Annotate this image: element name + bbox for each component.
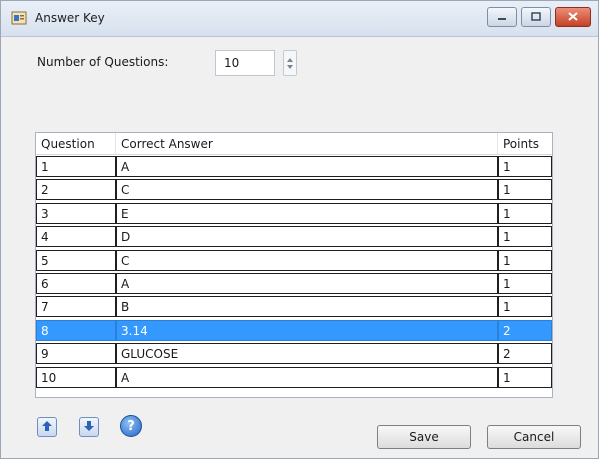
cancel-button[interactable]: Cancel xyxy=(487,425,581,449)
arrow-down-icon xyxy=(83,420,95,435)
table-row[interactable]: 4D1 xyxy=(36,225,552,248)
cell-correct-answer[interactable]: A xyxy=(116,366,498,388)
header-correct-answer[interactable]: Correct Answer xyxy=(116,133,498,155)
window-title: Answer Key xyxy=(35,11,105,25)
maximize-button[interactable] xyxy=(521,7,551,27)
help-icon: ? xyxy=(127,418,135,434)
table-row[interactable]: 9 GLUCOSE 2 xyxy=(36,342,552,365)
cell-correct-answer[interactable]: A xyxy=(116,272,498,294)
table-row[interactable]: 10 A 1 xyxy=(36,366,552,389)
cell-correct-answer[interactable]: GLUCOSE xyxy=(116,343,498,365)
table-row[interactable]: 2C1 xyxy=(36,178,552,201)
cell-question[interactable]: 6 xyxy=(36,272,116,294)
arrow-up-icon xyxy=(41,420,53,435)
cell-points[interactable]: 1 xyxy=(498,272,552,294)
table-row[interactable]: 6A1 xyxy=(36,272,552,295)
cell-points[interactable]: 2 xyxy=(498,319,552,341)
cell-correct-answer[interactable]: B xyxy=(116,296,498,318)
table-header: Question Correct Answer Points xyxy=(36,133,552,155)
table-row[interactable]: 8 3.14 2 xyxy=(36,319,552,342)
cell-question[interactable]: 10 xyxy=(36,366,116,388)
spin-down-icon[interactable] xyxy=(287,65,293,69)
table-row[interactable]: 1A1 xyxy=(36,155,552,178)
cell-points[interactable]: 2 xyxy=(498,343,552,365)
cell-question[interactable]: 8 xyxy=(36,319,116,341)
cell-points[interactable]: 1 xyxy=(498,179,552,201)
cell-correct-answer[interactable]: 3.14 xyxy=(116,319,498,341)
header-points[interactable]: Points xyxy=(498,133,552,155)
cell-points[interactable]: 1 xyxy=(498,296,552,318)
table-body: 1 A 1 2 C 1 3 E 1 4 D 1 5 C 1 6 A 1 7 B 1 8 3.14 2 9 GLUCOSE 2 10 A 1 xyxy=(36,155,552,389)
cell-points[interactable]: 1 xyxy=(498,249,552,271)
close-button[interactable] xyxy=(555,7,591,27)
cell-points[interactable]: 1 xyxy=(498,156,552,177)
number-of-questions-label: Number of Questions: xyxy=(37,55,169,69)
cell-correct-answer[interactable]: E xyxy=(116,202,498,224)
title-bar[interactable]: Answer Key xyxy=(1,1,598,37)
cell-points[interactable]: 1 xyxy=(498,366,552,388)
table-row[interactable]: 7B1 xyxy=(36,295,552,318)
cell-correct-answer[interactable]: D xyxy=(116,226,498,248)
cell-correct-answer[interactable]: C xyxy=(116,179,498,201)
cell-question[interactable]: 9 xyxy=(36,343,116,365)
answer-table: Question Correct Answer Points 1A12C13E1… xyxy=(35,132,553,398)
answer-key-dialog: Answer Key Number of Questions: 10 Quest… xyxy=(0,0,599,459)
minimize-icon xyxy=(497,10,507,24)
maximize-icon xyxy=(531,10,541,24)
move-up-button[interactable] xyxy=(37,417,57,437)
cell-question[interactable]: 3 xyxy=(36,202,116,224)
app-icon xyxy=(11,11,27,25)
help-button[interactable]: ? xyxy=(120,415,142,437)
table-row[interactable]: 5C1 xyxy=(36,249,552,272)
header-question[interactable]: Question xyxy=(36,133,116,155)
cell-question[interactable]: 7 xyxy=(36,296,116,318)
table-row[interactable]: 3E1 xyxy=(36,202,552,225)
cell-question[interactable]: 1 xyxy=(36,156,116,177)
save-button[interactable]: Save xyxy=(377,425,471,449)
cell-question[interactable]: 4 xyxy=(36,226,116,248)
spin-up-icon[interactable] xyxy=(287,58,293,62)
move-down-button[interactable] xyxy=(79,417,99,437)
cell-points[interactable]: 1 xyxy=(498,226,552,248)
cell-points[interactable]: 1 xyxy=(498,202,552,224)
number-of-questions-input[interactable]: 10 xyxy=(215,50,275,76)
cell-question[interactable]: 2 xyxy=(36,179,116,201)
number-of-questions-spinner[interactable] xyxy=(283,50,297,76)
cell-correct-answer[interactable]: C xyxy=(116,249,498,271)
cell-question[interactable]: 5 xyxy=(36,249,116,271)
cell-correct-answer[interactable]: A xyxy=(116,156,498,177)
close-icon xyxy=(568,10,578,24)
minimize-button[interactable] xyxy=(487,7,517,27)
